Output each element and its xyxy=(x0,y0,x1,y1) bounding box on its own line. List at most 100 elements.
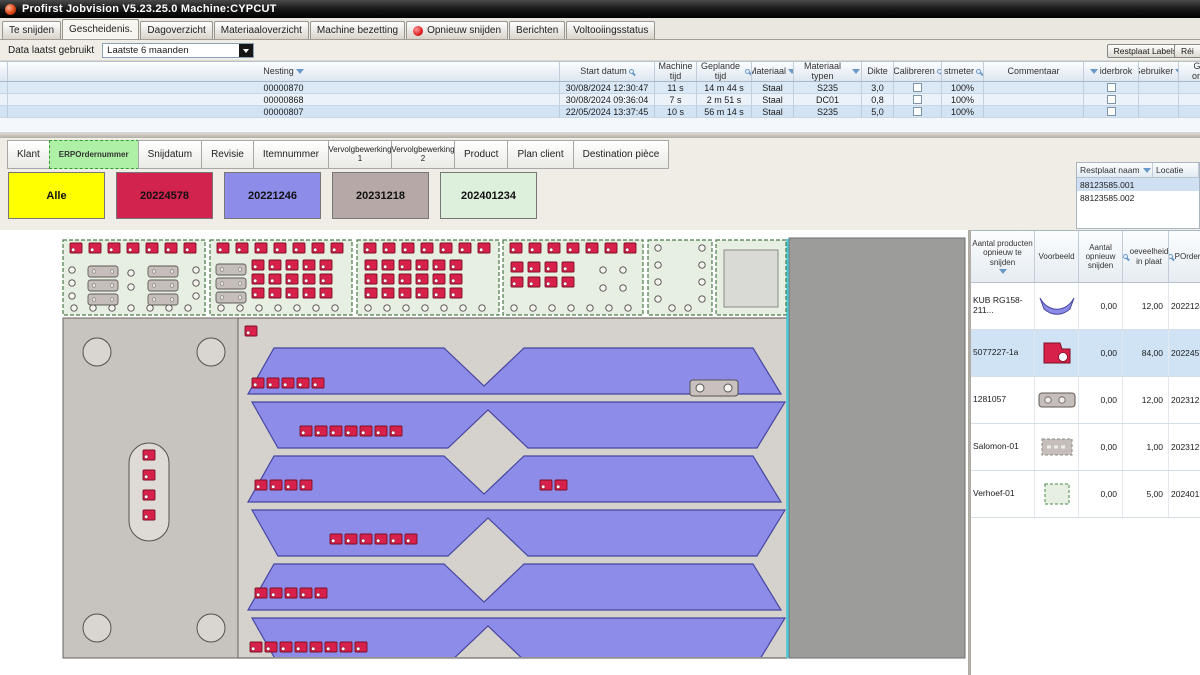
col-pordernummer[interactable]: POrdernu xyxy=(1169,231,1200,282)
col-hoeveelheid[interactable]: oeveelheid in plaat xyxy=(1123,231,1169,282)
table-row[interactable]: 00000870 30/08/2024 12:30:47 11 s 14 m 4… xyxy=(0,82,1200,94)
search-icon[interactable] xyxy=(1169,254,1173,259)
filter-tab-erpordernummer[interactable]: ERPOrdernummer xyxy=(49,140,139,169)
product-cut-count: 0,00 xyxy=(1079,283,1123,329)
product-row[interactable]: 5077227-1a 0,00 84,00 20224578 xyxy=(971,330,1200,377)
product-order: 20224578 xyxy=(1169,330,1200,376)
tab-opnieuw-snijden[interactable]: Opnieuw snijden xyxy=(406,21,508,39)
filter-tab-revisie[interactable]: Revisie xyxy=(201,140,254,169)
col-restplaat-naam[interactable]: Restplaat naam xyxy=(1077,163,1153,177)
col-voorbeeld[interactable]: Voorbeeld xyxy=(1035,231,1079,282)
product-row[interactable]: KUB RG158-211... 0,00 12,00 20221246 xyxy=(971,283,1200,330)
filter-icon[interactable] xyxy=(1090,69,1098,74)
filter-tab-snijdatum[interactable]: Snijdatum xyxy=(138,140,202,169)
period-value: Laatste 6 maanden xyxy=(107,45,188,56)
nesting-canvas[interactable] xyxy=(0,230,968,675)
filter-icon[interactable] xyxy=(852,69,860,74)
product-row[interactable]: Salomon-01 0,00 1,00 20231218 xyxy=(971,424,1200,471)
restplaat-labels-button[interactable]: Restplaat Labels xyxy=(1107,44,1184,58)
col-aantal-opnieuw[interactable]: Aantal opnieuw snijden xyxy=(1079,231,1123,282)
col-materiaal[interactable]: Materiaal xyxy=(752,62,794,81)
search-icon[interactable] xyxy=(745,69,750,74)
filter-tab-vervolgbewerking-1[interactable]: Vervolgbewerking 1 xyxy=(328,140,392,169)
product-qty-in-sheet: 12,00 xyxy=(1123,283,1169,329)
onderbroken-checkbox[interactable] xyxy=(1107,107,1116,116)
cell-commentaar xyxy=(984,106,1084,117)
period-select[interactable]: Laatste 6 maanden xyxy=(102,43,254,58)
col-onderbroken[interactable]: iderbrok xyxy=(1084,62,1139,81)
order-filter-alle[interactable]: Alle xyxy=(8,172,105,219)
cell-gewicht xyxy=(1179,94,1200,105)
onderbroken-checkbox[interactable] xyxy=(1107,95,1116,104)
col-dikte[interactable]: Dikte xyxy=(862,62,894,81)
tab-gescheidenis[interactable]: Gescheidenis. xyxy=(62,19,139,39)
tab-materiaaloverzicht[interactable]: Materiaaloverzicht xyxy=(214,21,309,39)
table-row[interactable]: 00000807 22/05/2024 13:37:45 10 s 56 m 1… xyxy=(0,106,1200,118)
col-gebruiker[interactable]: Gebruiker xyxy=(1139,62,1179,81)
product-qty-in-sheet: 84,00 xyxy=(1123,330,1169,376)
tab-voltooiingsstatus[interactable]: Voltooiingsstatus xyxy=(566,21,655,39)
nesting-table: 00000870 30/08/2024 12:30:47 11 s 14 m 4… xyxy=(0,82,1200,118)
order-filter-202401234[interactable]: 202401234 xyxy=(440,172,537,219)
re-button[interactable]: Réi xyxy=(1174,44,1200,58)
cell-gebruiker xyxy=(1139,106,1179,117)
col-restmeter[interactable]: stmeter xyxy=(942,62,984,81)
order-filter-20221246[interactable]: 20221246 xyxy=(224,172,321,219)
onderbroken-checkbox[interactable] xyxy=(1107,83,1116,92)
filter-tab-vervolgbewerking-2[interactable]: Vervolgbewerking 2 xyxy=(391,140,455,169)
search-icon[interactable] xyxy=(1123,254,1128,259)
order-filter-20224578[interactable]: 20224578 xyxy=(116,172,213,219)
filter-tab-itemnummer[interactable]: Itemnummer xyxy=(253,140,329,169)
order-filter-20231218[interactable]: 20231218 xyxy=(332,172,429,219)
cell-commentaar xyxy=(984,94,1084,105)
tab-berichten[interactable]: Berichten xyxy=(509,21,565,39)
chevron-down-icon[interactable] xyxy=(239,44,253,57)
filter-icon[interactable] xyxy=(999,269,1007,274)
restplaat-panel: Restplaat naam Locatie 88123585.001 8812… xyxy=(1076,162,1200,229)
product-row[interactable]: 1281057 0,00 12,00 20231218 xyxy=(971,377,1200,424)
grid-header: Nesting Start datum Machine tijd Gepland… xyxy=(0,61,1200,82)
product-table-header: Aantal producten opnieuw te snijden Voor… xyxy=(971,231,1200,283)
part-thumbnail-red xyxy=(1042,340,1072,366)
search-icon[interactable] xyxy=(976,69,981,74)
restplaat-row[interactable]: 88123585.001 xyxy=(1077,178,1199,191)
main-tabstrip: Te snijden Gescheidenis. Dagoverzicht Ma… xyxy=(0,18,1200,40)
restplaat-row[interactable]: 88123585.002 xyxy=(1077,191,1199,204)
col-gewicht[interactable]: Gewich onderde xyxy=(1179,62,1200,81)
cell-dikte: 3,0 xyxy=(862,82,894,93)
product-cut-count: 0,00 xyxy=(1079,330,1123,376)
col-aantal-producten[interactable]: Aantal producten opnieuw te snijden xyxy=(971,231,1035,282)
filter-icon[interactable] xyxy=(296,69,304,74)
col-materiaal-typen[interactable]: Materiaal typen xyxy=(794,62,862,81)
cell-machine-tijd: 11 s xyxy=(655,82,697,93)
cell-materiaal-typen: S235 xyxy=(794,82,862,93)
product-order: 20231218 xyxy=(1169,377,1200,423)
calibreren-checkbox[interactable] xyxy=(913,95,922,104)
cell-start-datum: 30/08/2024 12:30:47 xyxy=(560,82,655,93)
cell-restmeter: 100% xyxy=(942,82,984,93)
tab-dagoverzicht[interactable]: Dagoverzicht xyxy=(140,21,212,39)
filter-tab-product[interactable]: Product xyxy=(454,140,508,169)
col-nesting[interactable]: Nesting xyxy=(8,62,560,81)
cell-machine-tijd: 7 s xyxy=(655,94,697,105)
filter-tab-destination-piece[interactable]: Destination pièce xyxy=(573,140,670,169)
product-row[interactable]: Verhoef-01 0,00 5,00 202401234 xyxy=(971,471,1200,518)
col-geplande-tijd[interactable]: Geplande tijd xyxy=(697,62,752,81)
filter-icon[interactable] xyxy=(1143,168,1151,173)
col-locatie[interactable]: Locatie xyxy=(1153,163,1199,177)
col-commentaar[interactable]: Commentaar xyxy=(984,62,1084,81)
search-icon[interactable] xyxy=(629,69,634,74)
group-by-row: Klant ERPOrdernummer Snijdatum Revisie I… xyxy=(8,140,669,169)
col-calibreren[interactable]: Calibreren xyxy=(894,62,942,81)
horizontal-splitter[interactable] xyxy=(0,133,1200,138)
calibreren-checkbox[interactable] xyxy=(913,107,922,116)
filter-tab-plan-client[interactable]: Plan client xyxy=(507,140,573,169)
col-start-datum[interactable]: Start datum xyxy=(560,62,655,81)
filter-tab-klant[interactable]: Klant xyxy=(7,140,50,169)
calibreren-checkbox[interactable] xyxy=(913,83,922,92)
tab-te-snijden[interactable]: Te snijden xyxy=(2,21,61,39)
cell-materiaal: Staal xyxy=(752,106,794,117)
table-row[interactable]: 00000868 30/08/2024 09:36:04 7 s 2 m 51 … xyxy=(0,94,1200,106)
col-machine-tijd[interactable]: Machine tijd xyxy=(655,62,697,81)
tab-machine-bezetting[interactable]: Machine bezetting xyxy=(310,21,405,39)
